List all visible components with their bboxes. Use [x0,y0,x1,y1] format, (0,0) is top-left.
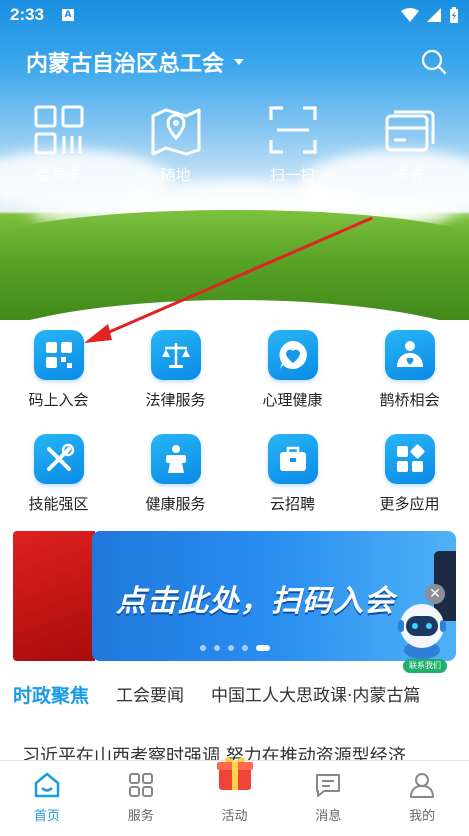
carousel-dot [228,645,234,651]
signal-icon [427,8,441,22]
briefcase-icon [267,434,318,484]
scan-icon [268,106,317,154]
service-grid: 码上入会 法律服务 心理健康 鹊桥相会 技能强区 健康服务 云招聘 更多应用 [0,330,469,514]
carousel-dot [214,645,220,651]
service-recruit[interactable]: 云招聘 [234,434,351,514]
service-label: 云招聘 [269,495,315,513]
apps-icon [384,434,435,484]
service-mental-health[interactable]: 心理健康 [234,330,351,410]
carousel-dot-active [256,645,270,651]
coupon-icon [385,110,434,152]
nav-messages[interactable]: 消息 [281,761,375,836]
service-skills[interactable]: 技能强区 [0,434,117,514]
quick-label: 卡券 [394,166,425,184]
nav-label: 活动 [221,809,248,824]
couple-icon [384,330,435,380]
quick-coupon[interactable]: 卡券 [351,104,468,185]
notification-a-icon: A [62,9,74,21]
quick-actions: 会员卡 随地 扫一扫 卡券 [0,104,469,185]
nav-home[interactable]: 首页 [0,761,94,836]
services-icon [128,773,153,797]
service-matchmaking[interactable]: 鹊桥相会 [351,330,468,410]
nav-services[interactable]: 服务 [94,761,188,836]
member-card-icon [34,105,83,155]
quick-member-card[interactable]: 会员卡 [0,104,117,185]
status-bar: 2:33 A [0,0,469,32]
service-label: 心理健康 [262,391,323,409]
service-label: 鹊桥相会 [379,391,440,409]
tab-ideology-class[interactable]: 中国工人大思政课·内蒙古篇 [211,681,420,711]
map-pin-icon [151,108,200,156]
tools-icon [33,434,84,484]
nav-label: 服务 [127,809,154,824]
service-label: 法律服务 [145,391,206,409]
quick-scan[interactable]: 扫一扫 [234,104,351,185]
tab-politics[interactable]: 时政聚焦 [13,681,89,711]
service-label: 更多应用 [379,495,440,513]
carousel-dot [242,645,248,651]
caret-down-icon [234,59,245,65]
service-more[interactable]: 更多应用 [351,434,468,514]
search-icon[interactable] [421,49,447,75]
banner-prev-slide[interactable] [13,531,95,661]
org-selector[interactable]: 内蒙古自治区总工会 [26,46,245,78]
qr-join-icon [33,330,84,380]
service-health[interactable]: 健康服务 [117,434,234,514]
nav-label: 我的 [409,809,436,824]
health-icon [150,434,201,484]
nav-label: 首页 [33,809,60,824]
quick-label: 扫一扫 [269,166,315,184]
status-time: 2:33 [10,5,45,24]
nav-label: 消息 [315,809,342,824]
scales-icon [150,330,201,380]
banner-text: 点击此处，扫码入会 [116,584,395,619]
carousel-dots [200,645,270,651]
tab-union-news[interactable]: 工会要闻 [116,681,184,711]
service-label: 健康服务 [145,495,206,513]
profile-icon [410,773,435,798]
carousel-dot [200,645,206,651]
contact-us-label[interactable]: 联系我们 [403,659,447,673]
service-label: 技能强区 [28,495,89,513]
service-legal[interactable]: 法律服务 [117,330,234,410]
service-label: 码上入会 [28,391,89,409]
news-tabs: 时政聚焦 工会要闻 中国工人大思政课·内蒙古篇 [13,681,469,711]
quick-label: 会员卡 [35,166,81,184]
wifi-icon [401,8,419,22]
service-qr-join[interactable]: 码上入会 [0,330,117,410]
message-icon [316,774,341,797]
gift-icon[interactable] [216,752,254,792]
org-name: 内蒙古自治区总工会 [26,52,225,77]
quick-label: 随地 [160,166,191,184]
robot-assistant-icon[interactable] [396,600,448,660]
heart-chat-icon [267,330,318,380]
battery-icon [450,7,458,23]
nav-profile[interactable]: 我的 [375,761,469,836]
quick-map[interactable]: 随地 [117,104,234,185]
home-icon [34,772,60,798]
